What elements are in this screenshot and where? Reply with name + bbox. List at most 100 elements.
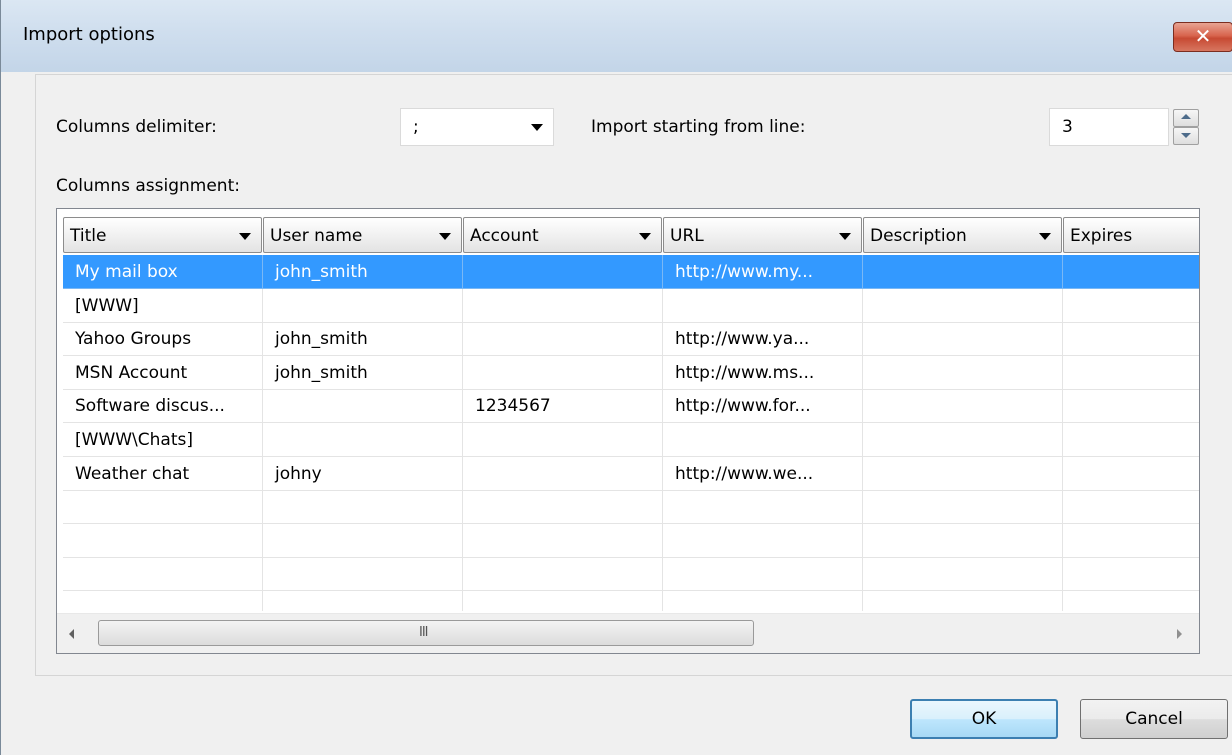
table-cell: [WWW] [63, 288, 263, 323]
table-cell [63, 490, 263, 525]
table-cell: john_smith [263, 355, 463, 390]
chevron-down-icon[interactable] [639, 233, 651, 240]
start-line-label: Import starting from line: [591, 117, 806, 137]
table-cell: Yahoo Groups [63, 322, 263, 357]
grid-body: Title User name Account URL Description Expir… [57, 209, 1199, 611]
table-cell [463, 456, 663, 491]
table-cell [863, 355, 1063, 390]
table-cell [263, 591, 463, 611]
table-cell [63, 591, 263, 611]
table-cell [863, 322, 1063, 357]
column-header-5[interactable]: Expires [1063, 217, 1199, 253]
delimiter-value: ; [413, 117, 419, 137]
table-cell: john_smith [263, 255, 463, 289]
table-row[interactable] [63, 591, 1199, 611]
table-cell: http://www.ya... [663, 322, 863, 357]
chevron-down-icon[interactable] [839, 233, 851, 240]
table-cell [863, 557, 1063, 592]
table-row[interactable]: My mail box john_smith http://www.my... [63, 255, 1199, 289]
table-cell [863, 288, 1063, 323]
table-row[interactable]: [WWW] [63, 288, 1199, 323]
column-header-label: URL [670, 226, 704, 246]
table-cell [663, 490, 863, 525]
table-cell: Software discus... [63, 389, 263, 424]
spin-up-button[interactable] [1173, 109, 1199, 127]
table-cell: http://www.we... [663, 456, 863, 491]
import-options-dialog: Import options ✕ Columns delimiter: ; Im… [0, 0, 1232, 755]
ok-button[interactable]: OK [910, 699, 1058, 739]
table-cell [863, 591, 1063, 611]
delimiter-dropdown[interactable]: ; [400, 108, 554, 146]
delimiter-label: Columns delimiter: [56, 117, 217, 137]
arrow-down-icon [1181, 133, 1191, 138]
start-line-input[interactable]: 3 [1049, 108, 1169, 146]
table-cell [463, 423, 663, 457]
table-cell [263, 490, 463, 525]
scroll-left-icon[interactable] [69, 629, 74, 639]
table-cell [463, 557, 663, 592]
table-cell [663, 557, 863, 592]
table-cell [463, 591, 663, 611]
table-cell [1063, 423, 1199, 457]
table-cell: johny [263, 456, 463, 491]
table-cell: MSN Account [63, 355, 263, 390]
table-row[interactable] [63, 557, 1199, 592]
table-cell [263, 523, 463, 558]
arrow-up-icon [1181, 114, 1191, 119]
table-cell [1063, 389, 1199, 424]
close-button[interactable]: ✕ [1173, 22, 1232, 52]
close-icon: ✕ [1194, 24, 1212, 48]
column-header-0[interactable]: Title [63, 217, 262, 253]
table-cell [1063, 591, 1199, 611]
table-row[interactable] [63, 523, 1199, 558]
cancel-button[interactable]: Cancel [1080, 699, 1228, 739]
scroll-grip: III [419, 625, 428, 640]
table-cell: http://www.ms... [663, 355, 863, 390]
table-cell [1063, 356, 1199, 390]
table-cell [863, 423, 1063, 457]
horizontal-scrollbar[interactable]: III [57, 613, 1199, 653]
table-cell [1063, 255, 1199, 289]
scroll-right-icon[interactable] [1177, 629, 1182, 639]
chevron-down-icon[interactable] [1039, 233, 1051, 240]
table-cell [663, 591, 863, 611]
column-header-3[interactable]: URL [663, 217, 862, 253]
spin-down-button[interactable] [1173, 127, 1199, 145]
column-header-label: User name [270, 226, 363, 246]
table-row[interactable] [63, 490, 1199, 525]
table-cell: Weather chat [63, 456, 263, 491]
column-header-1[interactable]: User name [263, 217, 462, 253]
table-cell [663, 523, 863, 558]
column-header-label: Expires [1070, 226, 1133, 246]
table-cell [263, 557, 463, 592]
table-cell [1063, 457, 1199, 491]
table-cell [1063, 557, 1199, 592]
table-cell [663, 288, 863, 323]
columns-assignment-label: Columns assignment: [56, 176, 240, 196]
table-cell [463, 355, 663, 390]
table-cell [863, 456, 1063, 491]
column-header-4[interactable]: Description [863, 217, 1062, 253]
chevron-down-icon[interactable] [439, 233, 451, 240]
start-line-value: 3 [1062, 117, 1073, 137]
table-row[interactable]: [WWW\Chats] [63, 423, 1199, 457]
chevron-down-icon[interactable] [239, 233, 251, 240]
column-header-2[interactable]: Account [463, 217, 662, 253]
columns-grid[interactable]: Title User name Account URL Description Expir… [56, 208, 1200, 654]
table-row[interactable]: Yahoo Groups john_smith http://www.ya... [63, 322, 1199, 357]
table-cell [863, 389, 1063, 424]
table-cell [63, 557, 263, 592]
table-cell [463, 288, 663, 323]
table-cell: http://www.for... [663, 389, 863, 424]
table-cell [463, 322, 663, 357]
table-row[interactable]: Software discus... 1234567 http://www.for.… [63, 389, 1199, 424]
table-cell [263, 389, 463, 424]
table-cell [463, 255, 663, 289]
table-cell [863, 255, 1063, 289]
column-header-label: Description [870, 226, 967, 246]
table-cell: [WWW\Chats] [63, 423, 263, 457]
table-row[interactable]: MSN Account john_smith http://www.ms... [63, 355, 1199, 390]
dialog-title: Import options [23, 24, 155, 45]
scroll-thumb[interactable]: III [98, 620, 754, 646]
table-row[interactable]: Weather chat johny http://www.we... [63, 456, 1199, 491]
